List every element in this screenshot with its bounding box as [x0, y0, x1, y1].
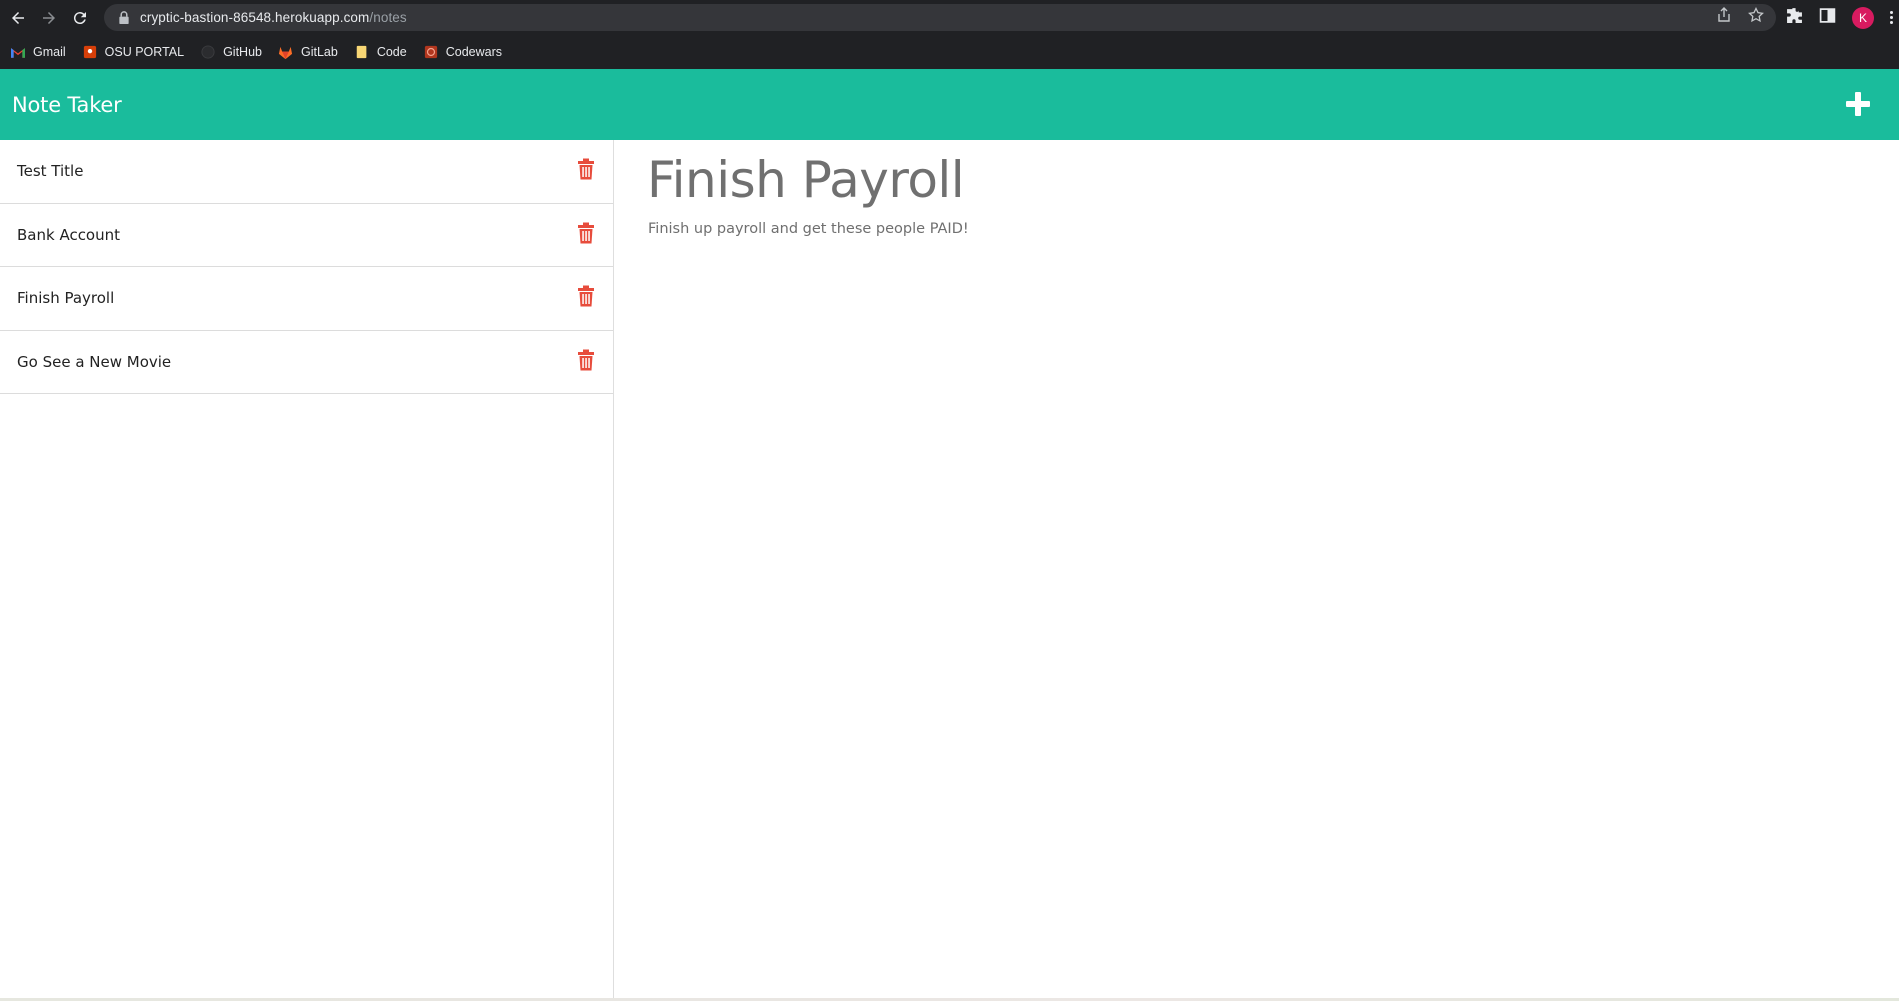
reload-button[interactable]	[67, 5, 93, 31]
url-path: /notes	[369, 10, 407, 25]
bookmark-gitlab[interactable]: GitLab	[278, 38, 346, 66]
url-host: cryptic-bastion-86548.herokuapp.com	[140, 10, 370, 25]
bookmark-label: OSU PORTAL	[104, 45, 185, 59]
bookmark-github[interactable]: GitHub	[200, 38, 270, 66]
list-item[interactable]: Go See a New Movie	[0, 331, 613, 394]
app-navbar: Note Taker	[0, 69, 1899, 140]
app-brand[interactable]: Note Taker	[12, 93, 122, 117]
arrow-right-icon	[43, 11, 55, 24]
note-title: Bank Account	[17, 225, 121, 244]
browser-toolbar: cryptic-bastion-86548.herokuapp.com/note…	[0, 0, 1899, 35]
bookmark-label: GitHub	[223, 45, 262, 59]
side-panel-icon[interactable]	[1819, 7, 1836, 29]
bookmark-label: Gmail	[33, 45, 66, 59]
arrow-left-icon	[12, 11, 24, 24]
note-title: Test Title	[17, 162, 84, 181]
bookmark-code[interactable]: Code	[354, 38, 415, 66]
note-title-input[interactable]: Finish Payroll	[647, 151, 1647, 209]
codewars-icon	[423, 44, 439, 60]
notes-list: Test Title Bank Account Finish Payroll G…	[0, 140, 614, 998]
profile-avatar[interactable]: K	[1852, 6, 1874, 29]
list-item[interactable]: Test Title	[0, 140, 613, 204]
note-editor: Finish Payroll Finish up payroll and get…	[615, 140, 1899, 998]
gmail-icon	[10, 44, 26, 60]
share-icon[interactable]	[1716, 7, 1732, 28]
trash-icon	[578, 222, 594, 243]
menu-kebab-icon[interactable]	[1890, 11, 1893, 24]
bookmark-codewars[interactable]: Codewars	[423, 38, 510, 66]
osu-icon	[82, 44, 98, 60]
back-button[interactable]	[5, 5, 31, 31]
gitlab-icon	[278, 44, 294, 60]
note-title: Finish Payroll	[17, 289, 115, 308]
trash-icon	[578, 285, 594, 307]
trash-icon	[578, 349, 594, 370]
bookmark-label: Codewars	[445, 45, 502, 59]
folder-icon	[354, 44, 370, 60]
url-text: cryptic-bastion-86548.herokuapp.com/note…	[140, 10, 407, 25]
bookmark-label: GitLab	[300, 45, 338, 59]
bookmark-label: Code	[376, 45, 407, 59]
trash-icon	[578, 158, 594, 180]
list-item[interactable]: Finish Payroll	[0, 267, 613, 331]
delete-note-button[interactable]	[577, 222, 595, 244]
delete-note-button[interactable]	[577, 158, 595, 180]
bookmark-osu-portal[interactable]: OSU PORTAL	[82, 38, 192, 66]
list-item[interactable]: Bank Account	[0, 204, 613, 267]
bookmark-gmail[interactable]: Gmail	[10, 38, 74, 66]
address-bar[interactable]: cryptic-bastion-86548.herokuapp.com/note…	[104, 4, 1776, 31]
delete-note-button[interactable]	[577, 349, 595, 371]
new-note-button[interactable]	[1845, 91, 1871, 117]
reload-icon	[73, 11, 86, 24]
lock-icon	[114, 8, 134, 28]
github-icon	[200, 44, 216, 60]
extensions-icon[interactable]	[1786, 7, 1803, 29]
bookmark-star-icon[interactable]	[1748, 6, 1764, 28]
forward-button[interactable]	[36, 5, 62, 31]
note-title: Go See a New Movie	[17, 352, 172, 371]
bookmarks-bar: Gmail OSU PORTAL GitHub GitLab Code Code…	[0, 35, 1899, 69]
delete-note-button[interactable]	[577, 285, 595, 307]
note-text-area[interactable]: Finish up payroll and get these people P…	[648, 221, 969, 237]
